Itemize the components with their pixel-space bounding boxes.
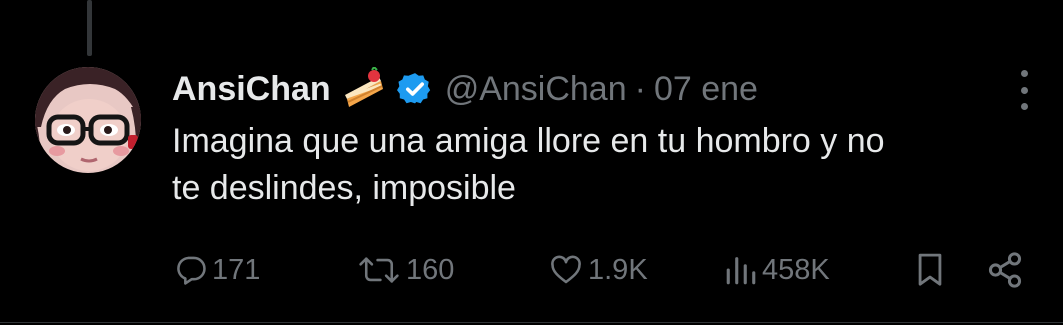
bookmark-button[interactable]	[913, 246, 947, 294]
heart-icon	[551, 255, 581, 284]
author-handle[interactable]: @AnsiChan	[445, 70, 627, 109]
tweet-text: Imagina que una amiga llore en tu hombro…	[172, 118, 1042, 212]
thread-connector-line	[87, 0, 92, 56]
views-icon	[726, 257, 756, 285]
views-count: 458K	[762, 253, 830, 286]
separator-dot: ·	[634, 69, 646, 108]
tweet-date[interactable]: 07 ene	[654, 70, 758, 109]
avatar-image	[35, 67, 141, 173]
author-avatar[interactable]	[35, 67, 141, 173]
cake-slice-icon	[343, 65, 387, 111]
repost-button[interactable]: 160	[356, 246, 454, 294]
more-dot	[1020, 70, 1028, 77]
more-dot	[1020, 103, 1028, 110]
previous-tweet-actions-cropped	[0, 0, 1063, 6]
verified-badge-icon[interactable]	[396, 71, 433, 107]
repost-icon	[359, 257, 399, 283]
more-dot	[1020, 86, 1028, 94]
author-display-name[interactable]: AnsiChan	[172, 70, 331, 109]
share-button[interactable]	[986, 246, 1024, 294]
reply-button[interactable]: 171	[174, 246, 260, 294]
like-button[interactable]: 1.9K	[548, 246, 648, 294]
like-count: 1.9K	[588, 253, 648, 286]
tweet-text-line: te deslindes, imposible	[172, 169, 516, 207]
tweet-divider	[0, 322, 1063, 323]
repost-count: 160	[406, 253, 455, 286]
views-button[interactable]: 458K	[724, 246, 830, 294]
tweet-header: AnsiChan @AnsiChan · 07 ene	[172, 64, 758, 114]
reply-icon	[177, 256, 206, 285]
reply-count: 171	[212, 253, 261, 286]
share-icon	[988, 252, 1022, 288]
bookmark-icon	[918, 253, 942, 286]
tweet-text-line: Imagina que una amiga llore en tu hombro…	[172, 122, 885, 160]
tweet-action-bar: 171 160 1.9K 458K	[0, 246, 1063, 294]
more-icon[interactable]	[1012, 70, 1036, 110]
